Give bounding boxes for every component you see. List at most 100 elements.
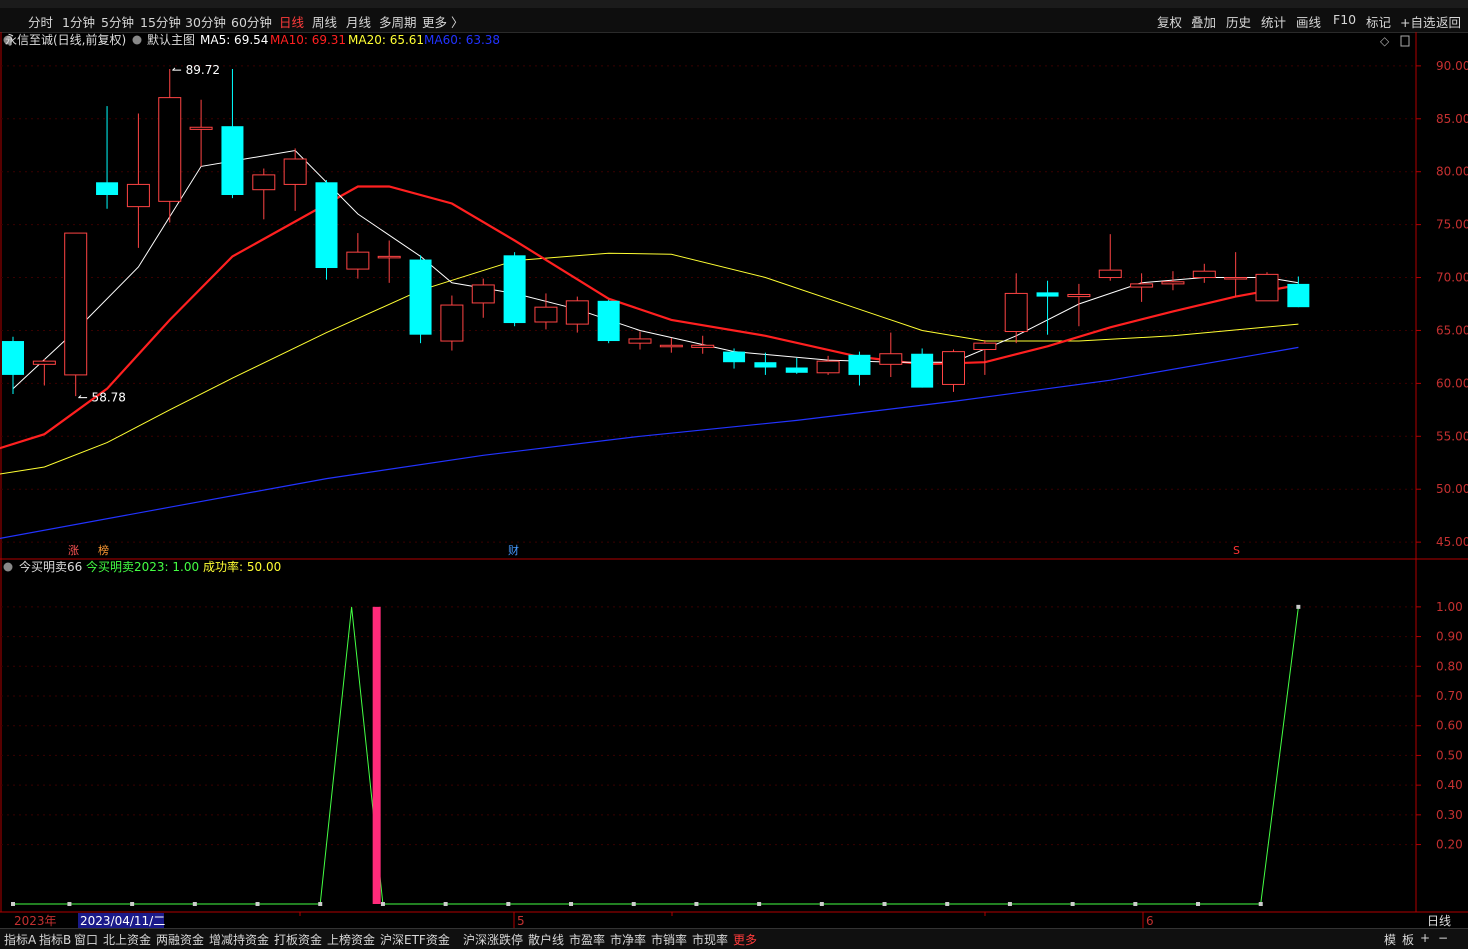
period-1[interactable]: 1分钟 bbox=[62, 12, 95, 31]
candle-body-up[interactable] bbox=[189, 126, 213, 130]
y-tick-label: 90.00 bbox=[1436, 59, 1468, 73]
bottom-tab-6[interactable]: 打板资金 bbox=[274, 931, 322, 948]
candle-body-up[interactable] bbox=[628, 338, 652, 344]
candle-body-up[interactable] bbox=[1224, 277, 1248, 280]
tool-5[interactable]: F10 bbox=[1333, 12, 1356, 27]
candle-body-down[interactable] bbox=[409, 259, 432, 335]
ma10-label: MA10: 69.31 bbox=[270, 33, 346, 47]
bottom-tab-12[interactable]: 市净率 bbox=[610, 931, 646, 948]
ma5-line bbox=[12, 149, 1299, 390]
y-tick-label: 0.20 bbox=[1436, 838, 1463, 852]
tool-6[interactable]: 标记 bbox=[1366, 12, 1391, 31]
bottom-tab-1[interactable]: 指标B bbox=[39, 931, 71, 948]
candle-body-up[interactable] bbox=[1130, 283, 1154, 288]
period-label: 日线 bbox=[1427, 914, 1451, 928]
period-4[interactable]: 30分钟 bbox=[185, 12, 226, 31]
candle-body-up[interactable] bbox=[471, 284, 495, 304]
bottom-tab-4[interactable]: 两融资金 bbox=[156, 931, 204, 948]
bottom-ctrl-2[interactable]: + bbox=[1420, 931, 1430, 945]
candle-body-up[interactable] bbox=[1192, 270, 1216, 279]
bottom-tab-14[interactable]: 市现率 bbox=[692, 931, 728, 948]
period-8[interactable]: 月线 bbox=[346, 12, 371, 31]
candle-body-up[interactable] bbox=[1255, 273, 1279, 302]
bottom-ctrl-1[interactable]: 板 bbox=[1402, 931, 1414, 948]
candle-body-down[interactable] bbox=[96, 182, 119, 195]
period-7[interactable]: 周线 bbox=[312, 12, 337, 31]
candle-body-down[interactable] bbox=[2, 341, 24, 375]
candle-body-up[interactable] bbox=[534, 306, 558, 323]
indicator-point bbox=[631, 902, 636, 906]
bottom-tab-9[interactable]: 沪深涨跌停 bbox=[463, 931, 523, 948]
candle-body-down[interactable] bbox=[848, 354, 871, 375]
bottom-tab-3[interactable]: 北上资金 bbox=[103, 931, 151, 948]
period-0[interactable]: 分时 bbox=[28, 12, 53, 31]
candle-body-up[interactable] bbox=[659, 344, 683, 348]
candle-body-down[interactable] bbox=[597, 300, 620, 342]
period-10[interactable]: 更多 〉 bbox=[422, 12, 463, 31]
tool-7[interactable]: +自选 bbox=[1400, 12, 1435, 31]
window-icon[interactable] bbox=[1400, 35, 1410, 47]
candle-body-up[interactable] bbox=[32, 360, 56, 365]
bottom-tab-5[interactable]: 增减持资金 bbox=[209, 931, 269, 948]
period-6[interactable]: 日线 bbox=[279, 12, 304, 31]
candle-body-up[interactable] bbox=[565, 300, 589, 325]
candle-body-up[interactable] bbox=[1161, 281, 1185, 285]
indicator-point bbox=[1196, 902, 1201, 906]
diamond-icon: ◇ bbox=[1380, 34, 1390, 48]
candle-body-down[interactable] bbox=[221, 126, 244, 195]
indicator-collapse-icon[interactable] bbox=[3, 562, 13, 572]
tool-8[interactable]: 返回 bbox=[1436, 12, 1461, 31]
bottom-tab-0[interactable]: 指标A bbox=[4, 931, 36, 948]
candle-body-up[interactable] bbox=[158, 97, 182, 202]
ma20-line bbox=[0, 252, 1299, 475]
candle-body-up[interactable] bbox=[1098, 269, 1122, 279]
candle-body-up[interactable] bbox=[1067, 293, 1091, 298]
bottom-tab-13[interactable]: 市销率 bbox=[651, 931, 687, 948]
candle-body-up[interactable] bbox=[691, 344, 715, 348]
candle-body-up[interactable] bbox=[1004, 292, 1028, 333]
indicator-tab-bar: 指标A 指标B 窗口 北上资金 两融资金 增减持资金 打板资金 上榜资金 沪深ETF资金 沪深涨跌… bbox=[0, 928, 1468, 949]
candle-body-up[interactable] bbox=[126, 183, 150, 208]
candle-body-down[interactable] bbox=[1287, 283, 1310, 308]
template-icon[interactable] bbox=[132, 35, 142, 45]
y-tick-label: 1.00 bbox=[1436, 600, 1463, 614]
tool-0[interactable]: 复权 bbox=[1157, 12, 1182, 31]
candle-body-down[interactable] bbox=[754, 362, 777, 368]
candle-body-up[interactable] bbox=[64, 232, 88, 376]
candle-body-up[interactable] bbox=[816, 360, 840, 374]
candle-body-down[interactable] bbox=[785, 367, 808, 373]
bottom-tab-8[interactable]: 沪深ETF资金 bbox=[380, 931, 450, 948]
candle-body-down[interactable] bbox=[503, 255, 526, 324]
period-9[interactable]: 多周期 bbox=[379, 12, 417, 31]
signal-bar[interactable] bbox=[372, 606, 381, 904]
candle-body-up[interactable] bbox=[440, 304, 464, 342]
period-3[interactable]: 15分钟 bbox=[140, 12, 181, 31]
candle-body-down[interactable] bbox=[911, 353, 934, 388]
indicator-point bbox=[1007, 902, 1012, 906]
bottom-ctrl-3[interactable]: − bbox=[1438, 931, 1448, 945]
candle-body-up[interactable] bbox=[879, 353, 903, 365]
tool-1[interactable]: 叠加 bbox=[1191, 12, 1216, 31]
candle-body-up[interactable] bbox=[346, 251, 370, 270]
bottom-ctrl-0[interactable]: 模 bbox=[1384, 931, 1396, 948]
indicator-value: 今买明卖2023: 1.00 bbox=[86, 559, 199, 574]
candle-body-up[interactable] bbox=[377, 255, 401, 259]
candle-body-down[interactable] bbox=[723, 351, 746, 363]
candle-body-down[interactable] bbox=[315, 182, 338, 269]
bottom-tab-15[interactable]: 更多 bbox=[733, 931, 757, 948]
tool-3[interactable]: 统计 bbox=[1261, 12, 1286, 31]
bottom-tab-2[interactable]: 窗口 bbox=[74, 931, 98, 948]
candle-body-down[interactable] bbox=[1036, 292, 1059, 297]
candle-body-up[interactable] bbox=[283, 158, 307, 185]
kline-chart[interactable]: 90.00 85.00 80.00 75.00 70.00 65.00 60.00 55.00… bbox=[0, 32, 1468, 928]
tool-2[interactable]: 历史 bbox=[1226, 12, 1251, 31]
bottom-tab-10[interactable]: 散户线 bbox=[528, 931, 564, 948]
bottom-tab-11[interactable]: 市盈率 bbox=[569, 931, 605, 948]
candle-body-up[interactable] bbox=[252, 174, 276, 191]
period-2[interactable]: 5分钟 bbox=[101, 12, 134, 31]
period-5[interactable]: 60分钟 bbox=[231, 12, 272, 31]
tool-4[interactable]: 画线 bbox=[1296, 12, 1321, 31]
candle-body-up[interactable] bbox=[942, 351, 965, 385]
candle-body-up[interactable] bbox=[973, 342, 997, 351]
bottom-tab-7[interactable]: 上榜资金 bbox=[327, 931, 375, 948]
